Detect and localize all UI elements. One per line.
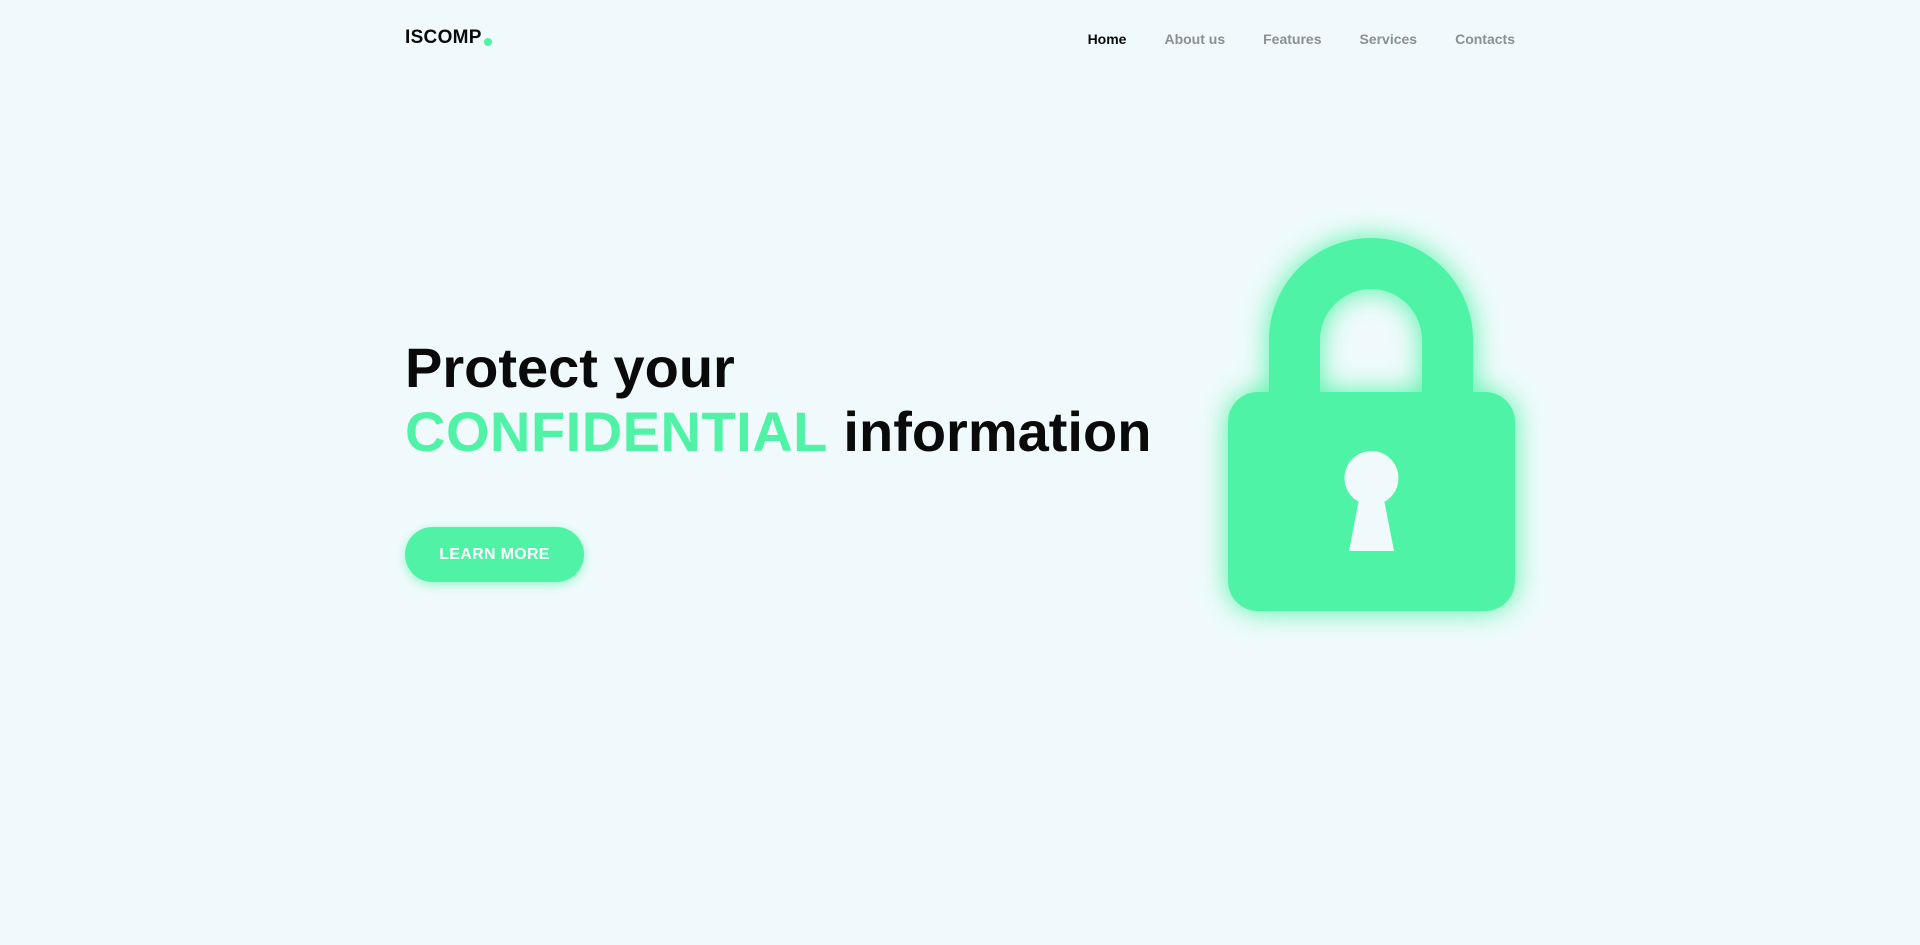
hero-heading: Protect your CONFIDENTIAL information: [405, 336, 1151, 464]
main-nav: Home About us Features Services Contacts: [1088, 31, 1515, 47]
nav-item-contacts[interactable]: Contacts: [1455, 31, 1515, 47]
logo-dot-icon: [483, 38, 492, 46]
page: ISCOMP Home About us Features Services C…: [0, 0, 1920, 945]
padlock-icon: [1228, 237, 1515, 611]
hero-line-1: Protect your: [405, 336, 735, 399]
logo[interactable]: ISCOMP: [405, 27, 492, 49]
hero-accent-word: CONFIDENTIAL: [405, 400, 828, 463]
nav-item-about-us[interactable]: About us: [1164, 31, 1225, 47]
logo-text: ISCOMP: [405, 27, 482, 48]
hero-line-2: information: [843, 400, 1152, 463]
nav-item-features[interactable]: Features: [1263, 31, 1321, 47]
learn-more-button[interactable]: LEARN MORE: [405, 527, 584, 582]
nav-item-home[interactable]: Home: [1088, 31, 1127, 47]
padlock-shackle: [1269, 238, 1473, 392]
padlock-graphic: [1228, 238, 1515, 611]
nav-item-services[interactable]: Services: [1359, 31, 1417, 47]
